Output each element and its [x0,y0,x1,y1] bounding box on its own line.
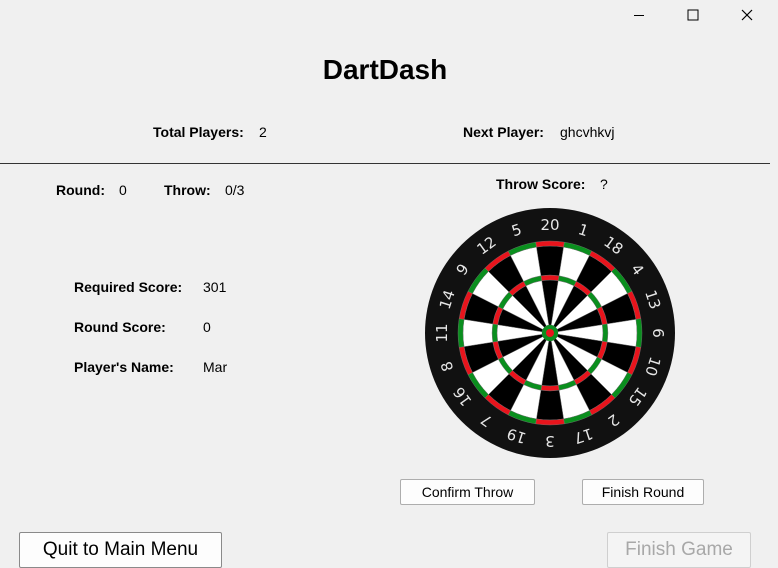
single-outer-11[interactable] [462,319,493,347]
next-player-label: Next Player: [463,124,544,140]
dartboard-number-6: 6 [649,328,667,338]
single-outer-3[interactable] [536,390,564,421]
required-score-value: 301 [203,279,227,295]
players-name-value: Mar [203,359,228,375]
triple-6[interactable] [602,323,609,343]
round-label: Round: [56,182,105,198]
double-3[interactable] [535,418,565,426]
minimize-button[interactable] [616,0,662,30]
next-player-value: ghcvhkvj [560,124,615,140]
double-20[interactable] [535,240,565,248]
single-outer-20[interactable] [536,245,564,276]
players-name-label: Player's Name: [74,359,174,375]
round-value: 0 [119,182,127,198]
total-players-label: Total Players: [153,124,244,140]
throw-label: Throw: [164,182,211,198]
dartboard[interactable]: 20 11841361015217319716811149125 [424,207,676,459]
maximize-icon [687,9,699,21]
single-outer-6[interactable] [607,319,638,347]
triple-3[interactable] [540,385,560,392]
close-button[interactable] [724,0,770,30]
throw-score-label: Throw Score: [496,176,586,192]
finish-game-button[interactable]: Finish Game [607,532,751,568]
dartboard-number-11: 11 [433,323,451,342]
app-title: DartDash [322,54,448,85]
round-score-value: 0 [203,319,211,335]
throw-value: 0/3 [225,182,245,198]
header-divider [0,163,770,164]
required-score-label: Required Score: [74,279,183,295]
finish-round-button[interactable]: Finish Round [582,479,704,505]
quit-to-main-menu-button[interactable]: Quit to Main Menu [19,532,222,568]
triple-11[interactable] [491,323,498,343]
close-icon [741,9,753,21]
dartboard-number-3: 3 [545,432,555,450]
double-11[interactable] [457,318,465,348]
inner-bull[interactable] [546,329,554,337]
maximize-button[interactable] [670,0,716,30]
dartboard-number-20: 20 [540,216,559,234]
double-6[interactable] [635,318,643,348]
minimize-icon [634,15,644,16]
confirm-throw-button[interactable]: Confirm Throw [400,479,535,505]
triple-20[interactable] [540,274,560,281]
throw-score-value: ? [600,176,608,192]
total-players-value: 2 [259,124,267,140]
round-score-label: Round Score: [74,319,166,335]
